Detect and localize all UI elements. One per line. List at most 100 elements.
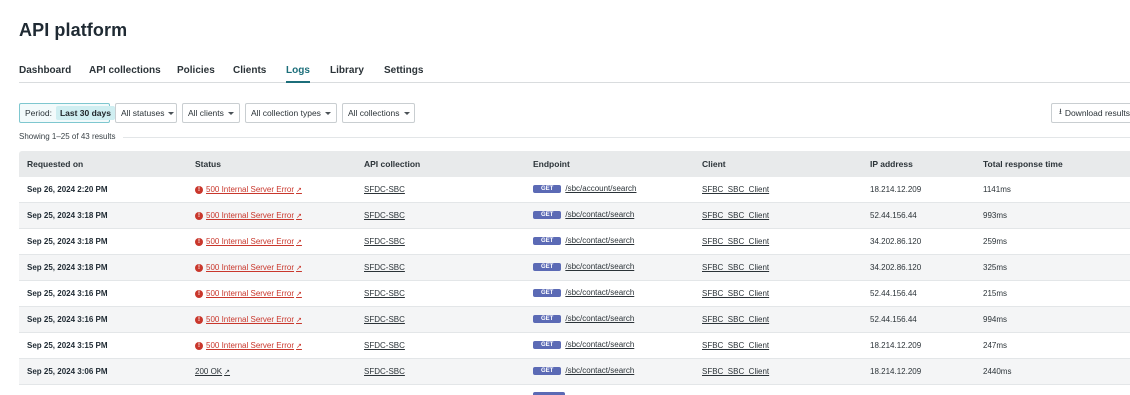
ip-address: 52.44.156.44 [870,289,917,298]
status-text: 500 Internal Server Error [206,263,295,272]
endpoint-cell: GET /sbc/account/search [533,184,637,193]
status-text: 500 Internal Server Error [206,289,295,298]
tab-library[interactable]: Library [330,65,364,76]
col-total-response-time[interactable]: Total response time [983,159,1063,169]
endpoint-link[interactable]: /sbc/contact/search [565,210,634,219]
collection-link[interactable]: SFDC-SBC [364,211,405,220]
endpoint-link[interactable]: /sbc/contact/search [565,262,634,271]
ip-address: 34.202.86.120 [870,237,922,246]
table-row[interactable]: Sep 25, 2024 3:18 PM ! 500 Internal Serv… [19,255,1130,281]
status-link[interactable]: ! 500 Internal Server Error ↗ [195,211,302,220]
col-status[interactable]: Status [195,159,221,169]
download-icon: ⭳ [1059,107,1062,116]
results-count: Showing 1–25 of 43 results [19,132,116,141]
tab-policies[interactable]: Policies [177,65,215,76]
period-filter[interactable]: Period: Last 30 days [19,103,115,123]
download-label: Download results [1064,108,1130,118]
ip-address: 18.214.12.209 [870,185,922,194]
tab-settings[interactable]: Settings [384,65,423,76]
client-link[interactable]: SFBC_SBC_Client [702,211,769,220]
endpoint-cell: GET /sbc/contact/search [533,314,634,323]
col-api-collection[interactable]: API collection [364,159,420,169]
collection-link[interactable]: SFDC-SBC [364,185,405,194]
collection-link[interactable]: SFDC-SBC [364,289,405,298]
collection-filter[interactable]: All collections [342,103,415,123]
response-time: 325ms [983,263,1008,272]
endpoint-link[interactable]: /sbc/account/search [565,184,636,193]
table-row[interactable]: Sep 25, 2024 3:16 PM ! 500 Internal Serv… [19,281,1130,307]
collection-type-filter[interactable]: All collection types [245,103,337,123]
external-link-icon: ↗ [296,186,302,194]
endpoint-cell: GET /sbc/contact/search [533,262,634,271]
status-link[interactable]: ! 500 Internal Server Error ↗ [195,289,302,298]
ip-address: 52.44.156.44 [870,211,917,220]
client-link[interactable]: SFBC_SBC_Client [702,315,769,324]
table-row[interactable]: Sep 25, 2024 3:16 PM ! 500 Internal Serv… [19,307,1130,333]
col-ip-address[interactable]: IP address [870,159,913,169]
endpoint-link[interactable]: /sbc/contact/search [565,366,634,375]
error-icon: ! [195,185,203,194]
status-text: 500 Internal Server Error [206,211,295,220]
period-label: Period: [25,108,52,118]
response-time: 2440ms [983,367,1012,376]
client-link[interactable]: SFBC_SBC_Client [702,289,769,298]
requested-on: Sep 25, 2024 3:18 PM [27,263,108,272]
divider [123,137,1130,138]
ip-address: 34.202.86.120 [870,263,922,272]
endpoint-link[interactable]: /sbc/contact/search [565,236,634,245]
external-link-icon: ↗ [296,212,302,220]
collection-link[interactable]: SFDC-SBC [364,237,405,246]
table-row[interactable]: Sep 25, 2024 3:06 PM 200 OK ↗ SFDC-SBC G… [19,359,1130,385]
method-badge: GET [533,236,562,245]
collection-link[interactable]: SFDC-SBC [364,315,405,324]
external-link-icon: ↗ [296,342,302,350]
table-row[interactable]: Sep 26, 2024 2:20 PM ! 500 Internal Serv… [19,177,1130,203]
tab-clients[interactable]: Clients [233,65,266,76]
client-filter[interactable]: All clients [182,103,240,123]
client-link[interactable]: SFBC_SBC_Client [702,263,769,272]
endpoint-link[interactable]: /sbc/contact/search [565,340,634,349]
tab-dashboard[interactable]: Dashboard [19,65,71,76]
error-icon: ! [195,263,203,272]
requested-on: Sep 25, 2024 3:06 PM [27,367,108,376]
col-requested-on[interactable]: Requested on [27,159,83,169]
endpoint-link[interactable]: /sbc/contact/search [565,314,634,323]
response-time: 1141ms [983,185,1011,194]
status-link[interactable]: ! 500 Internal Server Error ↗ [195,237,302,246]
client-link[interactable]: SFBC_SBC_Client [702,237,769,246]
status-filter[interactable]: All statuses [115,103,177,123]
requested-on: Sep 25, 2024 3:18 PM [27,237,108,246]
client-link[interactable]: SFBC_SBC_Client [702,185,769,194]
error-icon: ! [195,315,203,324]
collection-link[interactable]: SFDC-SBC [364,367,405,376]
collection-link[interactable]: SFDC-SBC [364,341,405,350]
table-row[interactable]: Sep 25, 2024 3:18 PM ! 500 Internal Serv… [19,229,1130,255]
error-icon: ! [195,341,203,350]
requested-on: Sep 25, 2024 3:18 PM [27,211,108,220]
status-link[interactable]: 200 OK ↗ [195,367,230,376]
collection-link[interactable]: SFDC-SBC [364,263,405,272]
table-row[interactable]: Sep 25, 2024 3:18 PM ! 500 Internal Serv… [19,203,1130,229]
response-time: 259ms [983,237,1008,246]
tab-logs[interactable]: Logs [286,65,310,83]
tab-api-collections[interactable]: API collections [89,65,161,76]
collection-type-filter-label: All collection types [251,108,321,118]
endpoint-link[interactable]: /sbc/contact/search [565,288,634,297]
status-link[interactable]: ! 500 Internal Server Error ↗ [195,185,302,194]
requested-on: Sep 25, 2024 3:16 PM [27,289,108,298]
error-icon: ! [195,211,203,220]
col-client[interactable]: Client [702,159,726,169]
period-value: Last 30 days [55,106,115,120]
endpoint-cell: GET /sbc/contact/search [533,210,634,219]
status-link[interactable]: ! 500 Internal Server Error ↗ [195,341,302,350]
download-results-button[interactable]: ⭳ Download results [1051,103,1130,123]
client-link[interactable]: SFBC_SBC_Client [702,341,769,350]
status-link[interactable]: ! 500 Internal Server Error ↗ [195,263,302,272]
ip-address: 18.214.12.209 [870,341,922,350]
table-row[interactable]: Sep 25, 2024 3:15 PM ! 500 Internal Serv… [19,333,1130,359]
client-link[interactable]: SFBC_SBC_Client [702,367,769,376]
col-endpoint[interactable]: Endpoint [533,159,570,169]
chevron-down-icon [403,111,410,115]
status-filter-label: All statuses [121,108,165,118]
status-link[interactable]: ! 500 Internal Server Error ↗ [195,315,302,324]
